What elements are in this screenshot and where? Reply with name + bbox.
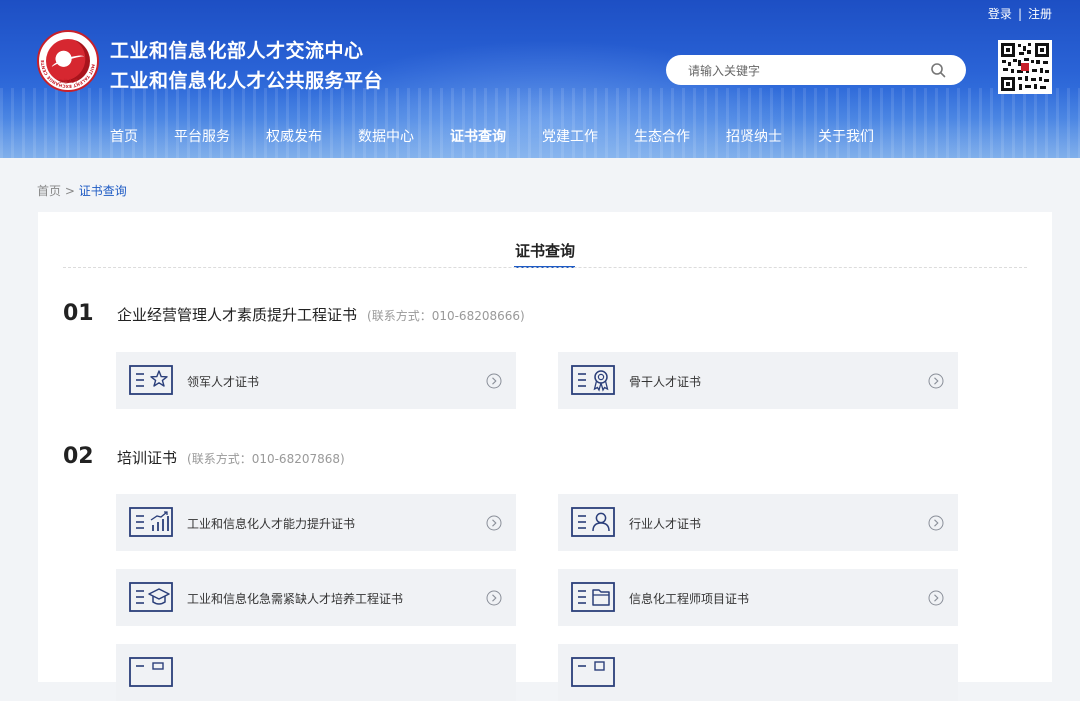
breadcrumb-separator: > <box>64 184 75 198</box>
medal-certificate-icon <box>571 365 615 395</box>
site-header: 登录 | 注册 MIIT TALENT EXCHANGE CENTER 工信人才 工… <box>0 0 1080 158</box>
cert-item-urgent-talent-training[interactable]: 工业和信息化急需紧缺人才培养工程证书 <box>116 569 516 626</box>
star-certificate-icon <box>129 365 173 395</box>
page-title-wrapper: 证书查询 <box>38 240 1052 268</box>
search-input[interactable] <box>686 61 930 81</box>
section-contact: (联系方式：010-68207868) <box>187 452 345 466</box>
person-icon <box>571 507 615 537</box>
cert-item-partial[interactable] <box>116 644 516 701</box>
cert-item-backbone-talent[interactable]: 骨干人才证书 <box>558 352 958 409</box>
growth-chart-icon <box>129 507 173 537</box>
section-number: 01 <box>63 301 94 326</box>
nav-item-recruitment[interactable]: 招贤纳士 <box>708 126 800 148</box>
cert-item-label: 领军人才证书 <box>187 375 260 389</box>
title-divider <box>63 267 1027 268</box>
nav-item-about-us[interactable]: 关于我们 <box>800 126 892 148</box>
brand-title-line2: 工业和信息化人才公共服务平台 <box>110 70 384 92</box>
chevron-right-circle-icon <box>928 373 944 389</box>
section-header: 01 企业经营管理人才素质提升工程证书 (联系方式：010-68208666) <box>63 301 525 326</box>
nav-item-party-building[interactable]: 党建工作 <box>524 126 616 148</box>
search-icon[interactable] <box>930 62 946 78</box>
cert-item-label: 信息化工程师项目证书 <box>629 592 750 606</box>
search-box <box>666 55 966 85</box>
chevron-right-circle-icon <box>486 515 502 531</box>
certificate-icon <box>129 657 173 687</box>
nav-item-data-center[interactable]: 数据中心 <box>340 126 432 148</box>
nav-item-ecosystem-cooperation[interactable]: 生态合作 <box>616 126 708 148</box>
graduation-cap-icon <box>129 582 173 612</box>
breadcrumb-current[interactable]: 证书查询 <box>79 184 127 198</box>
section-header: 02 培训证书 (联系方式：010-68207868) <box>63 444 345 469</box>
chevron-right-circle-icon <box>486 590 502 606</box>
page-title: 证书查询 <box>514 242 575 260</box>
chevron-right-circle-icon <box>928 590 944 606</box>
cert-item-label: 行业人才证书 <box>629 517 702 531</box>
certificate-icon <box>571 657 615 687</box>
nav-item-platform-services[interactable]: 平台服务 <box>156 126 248 148</box>
breadcrumb-home[interactable]: 首页 <box>37 184 61 198</box>
breadcrumb: 首页 > 证书查询 <box>37 182 127 199</box>
cert-item-partial[interactable] <box>558 644 958 701</box>
section-name: 培训证书 <box>117 449 178 467</box>
login-link[interactable]: 登录 <box>988 5 1012 22</box>
section-contact: (联系方式：010-68208666) <box>367 309 525 323</box>
main-content-card: 证书查询 01 企业经营管理人才素质提升工程证书 (联系方式：010-68208… <box>38 212 1052 701</box>
user-links-separator: | <box>1017 7 1022 21</box>
section-name: 企业经营管理人才素质提升工程证书 <box>117 306 358 324</box>
site-logo[interactable]: MIIT TALENT EXCHANGE CENTER 工信人才 <box>37 30 99 92</box>
section-number: 02 <box>63 444 94 469</box>
register-link[interactable]: 注册 <box>1028 5 1052 22</box>
chevron-right-circle-icon <box>928 515 944 531</box>
cert-item-capability-improvement[interactable]: 工业和信息化人才能力提升证书 <box>116 494 516 551</box>
cert-item-industry-talent[interactable]: 行业人才证书 <box>558 494 958 551</box>
main-nav: 首页 平台服务 权威发布 数据中心 证书查询 党建工作 生态合作 招贤纳士 关于… <box>92 126 892 148</box>
user-links: 登录 | 注册 <box>988 5 1052 22</box>
cert-item-label: 工业和信息化人才能力提升证书 <box>187 517 356 531</box>
nav-item-authoritative-releases[interactable]: 权威发布 <box>248 126 340 148</box>
cert-item-label: 骨干人才证书 <box>629 375 702 389</box>
brand-title-line1: 工业和信息化部人才交流中心 <box>110 40 364 62</box>
cert-item-informatization-engineer[interactable]: 信息化工程师项目证书 <box>558 569 958 626</box>
nav-item-certificate-query[interactable]: 证书查询 <box>432 126 524 148</box>
site-brand: 工业和信息化部人才交流中心 工业和信息化人才公共服务平台 <box>110 36 383 96</box>
chevron-right-circle-icon <box>486 373 502 389</box>
cert-item-leading-talent[interactable]: 领军人才证书 <box>116 352 516 409</box>
qr-code-image <box>998 40 1052 94</box>
svg-text:工信人才: 工信人才 <box>58 78 78 85</box>
folder-icon <box>571 582 615 612</box>
cert-item-label: 工业和信息化急需紧缺人才培养工程证书 <box>187 592 404 606</box>
logo-ring-text: MIIT TALENT EXCHANGE CENTER 工信人才 <box>37 30 96 89</box>
nav-item-home[interactable]: 首页 <box>92 126 156 148</box>
